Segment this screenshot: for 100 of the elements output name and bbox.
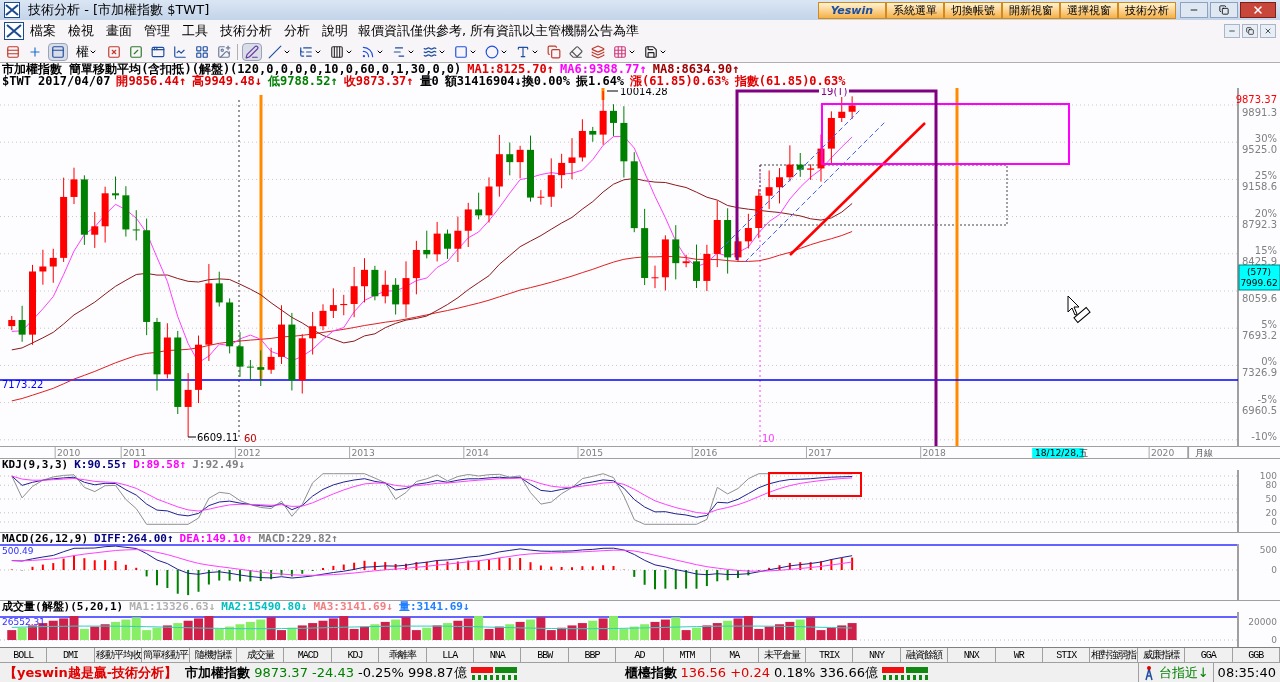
axis-label: 8792.3 bbox=[1242, 218, 1277, 230]
indicator-value: MACD(26,12,9) bbox=[2, 533, 89, 544]
high-price-label: 10014.28 bbox=[620, 88, 668, 97]
brand-button[interactable]: Yeswin bbox=[817, 1, 886, 19]
index-volume: 0.18% 336.66億 bbox=[774, 663, 878, 682]
indicator-value: MA1:8125.70↑ bbox=[467, 63, 554, 75]
axis-label: 0% bbox=[1261, 356, 1277, 368]
base-line-label: 7173.22 bbox=[2, 379, 44, 390]
axis-label: 8425.9 bbox=[1242, 255, 1277, 267]
indicator-value: MA6:9388.77↑ bbox=[560, 63, 647, 75]
rows-icon bbox=[6, 45, 20, 59]
leader-line bbox=[606, 90, 619, 92]
indicator-value: 量:3141.69↓ bbox=[398, 601, 470, 612]
restore-icon bbox=[1246, 27, 1254, 35]
indicator-value: 高9949.48↓ bbox=[192, 75, 262, 87]
close-button[interactable] bbox=[1240, 2, 1276, 18]
caret-icon bbox=[283, 48, 291, 56]
caret-icon bbox=[531, 48, 539, 56]
maximize-icon bbox=[1219, 5, 1229, 15]
layers-icon bbox=[591, 45, 605, 59]
axis-label: 100 bbox=[1259, 471, 1277, 481]
menu-item[interactable]: 技術分析 bbox=[214, 21, 278, 41]
year-label: 2011 bbox=[123, 447, 147, 458]
indicator-value: 振1.64% bbox=[575, 75, 625, 87]
clock-time: 08:35:40 bbox=[1212, 663, 1280, 682]
save-icon bbox=[644, 45, 658, 59]
axis-label: 6960.5 bbox=[1242, 404, 1277, 416]
axis-label: 8059.6 bbox=[1242, 293, 1277, 304]
indicator-value: 低9788.52↑ bbox=[267, 75, 338, 87]
indicator-value: $TWT 2017/04/07 bbox=[2, 75, 111, 87]
restore-button[interactable] bbox=[1242, 24, 1258, 38]
pen-icon bbox=[245, 45, 259, 59]
caret-icon bbox=[628, 48, 636, 56]
quick-menu-button[interactable]: 技術分析 bbox=[1118, 1, 1176, 19]
window-icon bbox=[151, 45, 165, 59]
quick-menu-button[interactable]: 開新視窗 bbox=[1002, 1, 1060, 19]
caret-icon bbox=[500, 48, 508, 56]
indicator-value: 量0 bbox=[419, 75, 439, 87]
maximize-button[interactable] bbox=[1210, 2, 1238, 18]
period-mark: 10 bbox=[762, 433, 775, 444]
gantt-icon bbox=[392, 45, 406, 59]
menu-item[interactable]: 管理 bbox=[138, 21, 176, 41]
toolbar-button[interactable] bbox=[567, 43, 585, 61]
year-label: 2013 bbox=[351, 447, 375, 458]
indicator-value: MA1:13326.63↓ bbox=[129, 601, 216, 612]
axis-label: 80 bbox=[1265, 480, 1277, 491]
menu-item[interactable]: 畫面 bbox=[100, 21, 138, 41]
close-button[interactable] bbox=[1260, 24, 1276, 38]
app-logo-icon bbox=[4, 2, 20, 18]
caret-icon bbox=[376, 48, 384, 56]
menu-item[interactable]: 說明 bbox=[316, 21, 354, 41]
axis-label: 20% bbox=[1254, 207, 1277, 219]
waves-icon bbox=[423, 45, 437, 59]
axis-label: 9891.3 bbox=[1242, 107, 1277, 118]
indicator-value: 成交量(解盤)(5,20,1) bbox=[2, 601, 124, 612]
eraser-icon bbox=[569, 45, 583, 59]
indicator-value: 漲(61.85)0.63% bbox=[630, 75, 729, 87]
quick-menu-button[interactable]: 系統選單 bbox=[886, 1, 944, 19]
indicator-value: DIFF:264.00↑ bbox=[94, 533, 174, 544]
menu-item[interactable]: 檢視 bbox=[62, 21, 100, 41]
axis-label: -10% bbox=[1251, 430, 1277, 442]
axis-label: 26552.31 bbox=[2, 617, 45, 627]
axis-label: -5% bbox=[1257, 393, 1277, 405]
year-label: 2017 bbox=[808, 447, 832, 458]
plus-icon bbox=[28, 45, 42, 59]
caret-icon bbox=[659, 48, 667, 56]
axis-label: 7693.2 bbox=[1242, 330, 1277, 342]
menu-item[interactable]: 工具 bbox=[176, 21, 214, 41]
text-icon bbox=[516, 45, 530, 59]
quick-menu-button[interactable]: 選擇視窗 bbox=[1060, 1, 1118, 19]
square-cross-icon bbox=[107, 45, 121, 59]
indicator-value: 指數(61.85)0.63% bbox=[734, 75, 846, 87]
circle-icon bbox=[485, 45, 499, 59]
axis-label: 15% bbox=[1254, 244, 1277, 256]
indicator-value: 開9856.44↑ bbox=[116, 75, 187, 87]
columns-icon bbox=[330, 45, 344, 59]
square-slash-icon bbox=[129, 45, 143, 59]
indicator-value: MACD:229.82↑ bbox=[258, 533, 338, 544]
cursor-date-label: 18/12/28,五 bbox=[1032, 447, 1088, 458]
futures-indicator: 台指近↓ bbox=[1158, 663, 1209, 682]
last-price-label: 9873.37 bbox=[1235, 94, 1277, 105]
axis-label: 500 bbox=[1259, 545, 1277, 555]
list-icon bbox=[299, 45, 313, 59]
slogan-text: 【yeswin越是贏-技術分析】 bbox=[4, 663, 178, 682]
axis-label: 9158.6 bbox=[1242, 181, 1277, 193]
rights-dropdown[interactable]: 權 bbox=[72, 42, 101, 62]
disclaimer-text: 報價資訊僅供參考, 所有資訊以主管機關公告為準 bbox=[357, 22, 641, 41]
window-title: 技術分析 - [市加權指數 $TWT] bbox=[28, 1, 210, 20]
line-icon bbox=[268, 45, 282, 59]
caret-icon bbox=[89, 48, 97, 56]
menu-item[interactable]: 檔案 bbox=[24, 21, 62, 41]
crosshair-value-tag: (577) 7999.62 bbox=[1238, 264, 1280, 291]
axis-label: 20000 bbox=[1248, 617, 1277, 627]
caret-icon bbox=[314, 48, 322, 56]
menu-item[interactable]: 分析 bbox=[278, 21, 316, 41]
rectangle-icon bbox=[454, 45, 468, 59]
axis-label: 0 bbox=[1271, 565, 1277, 575]
year-label: 2016 bbox=[694, 447, 718, 458]
index-change: 136.56 +0.24 bbox=[680, 663, 771, 682]
quick-menu-button[interactable]: 切換帳號 bbox=[944, 1, 1002, 19]
